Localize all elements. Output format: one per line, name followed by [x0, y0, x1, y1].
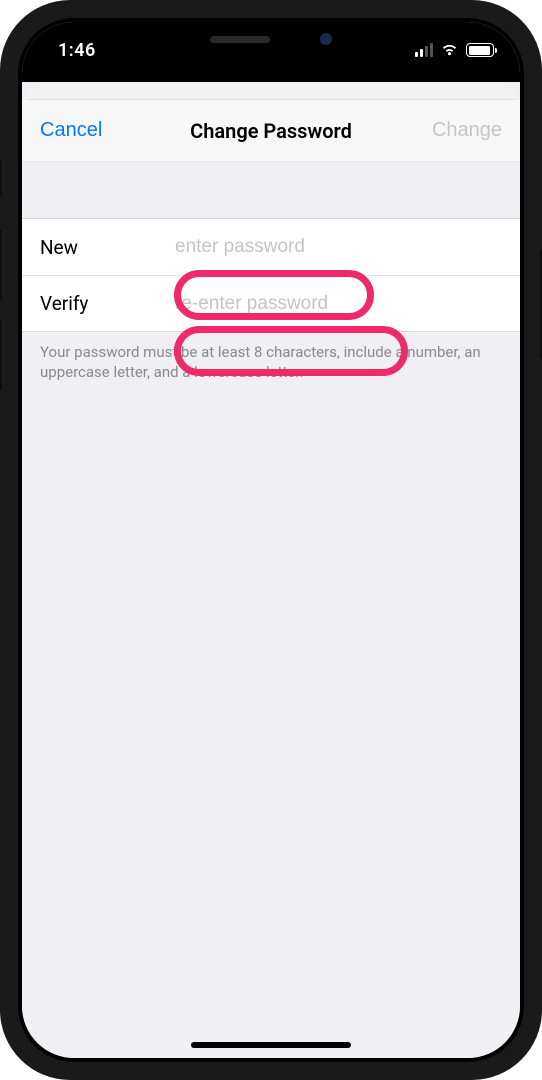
verify-password-input[interactable] [175, 293, 502, 315]
phone-frame: 1:46 Cancel Change Password Change [0, 0, 542, 1080]
screen: 1:46 Cancel Change Password Change [22, 22, 520, 1058]
speaker-grille [210, 36, 270, 43]
new-password-input[interactable] [175, 236, 502, 258]
verify-password-label: Verify [40, 292, 175, 315]
navigation-bar: Cancel Change Password Change [22, 100, 520, 162]
page-title: Change Password [125, 119, 417, 143]
cellular-icon [415, 43, 434, 57]
new-password-row: New [22, 219, 520, 275]
password-requirements-hint: Your password must be at least 8 charact… [22, 332, 520, 383]
volume-up-button [0, 230, 2, 300]
content-area: New Verify Your password must be at leas… [22, 218, 520, 1058]
notch [156, 22, 386, 56]
sheet-background-card [28, 82, 514, 100]
change-button[interactable]: Change [417, 119, 502, 142]
status-time: 1:46 [58, 34, 96, 61]
home-indicator[interactable] [191, 1042, 351, 1048]
volume-down-button [0, 320, 2, 390]
password-form: New Verify [22, 218, 520, 332]
wifi-icon [440, 43, 459, 57]
cancel-button[interactable]: Cancel [40, 119, 125, 142]
front-camera [320, 33, 332, 45]
battery-icon [466, 43, 494, 57]
new-password-label: New [40, 236, 175, 259]
silence-switch [0, 160, 2, 196]
verify-password-row: Verify [22, 275, 520, 331]
